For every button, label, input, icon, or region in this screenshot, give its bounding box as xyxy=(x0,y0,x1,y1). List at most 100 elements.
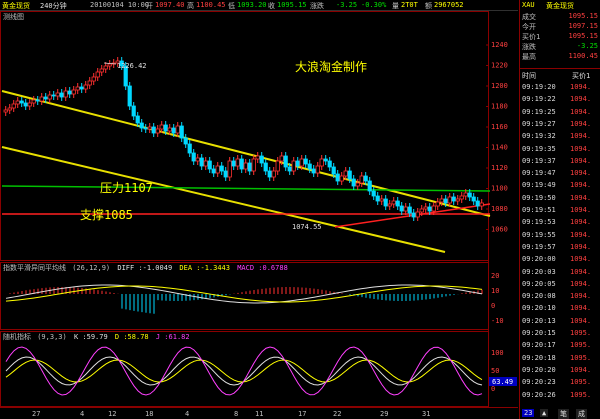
quote-row: 今开 1097.15 xyxy=(522,22,600,31)
candle-body xyxy=(319,158,324,167)
candle-body xyxy=(403,206,408,212)
candle-body xyxy=(159,124,164,130)
tick-time: 09:19:32 xyxy=(522,132,556,141)
quote-row: 成交 1095.15 xyxy=(522,12,600,21)
macd-diff-line xyxy=(5,284,483,304)
candle-body xyxy=(99,68,104,73)
candle-body xyxy=(175,125,180,134)
macd-y-tick: 0 xyxy=(491,302,495,310)
kdj-j-line xyxy=(5,346,483,396)
tick-row[interactable]: 09:19:20 1094. xyxy=(520,83,600,93)
quote-row-label: 最高 xyxy=(522,53,536,61)
tick-row[interactable]: 09:20:03 1094. xyxy=(520,268,600,278)
close-value: 1095.15 xyxy=(277,1,307,9)
candle-body xyxy=(91,76,96,82)
tick-row[interactable]: 09:19:37 1094. xyxy=(520,157,600,167)
tick-price: 1094. xyxy=(570,181,592,190)
tick-row[interactable]: 09:19:27 1094. xyxy=(520,120,600,130)
tick-row[interactable]: 09:19:57 1094. xyxy=(520,243,600,253)
quote-row-label: 涨跌 xyxy=(522,43,536,51)
panel-symbol: XAU xyxy=(522,1,535,9)
macd-value-label: MACD xyxy=(237,264,254,272)
tick-row[interactable]: 09:20:23 1095. xyxy=(520,378,600,388)
tick-row[interactable]: 09:20:05 1094. xyxy=(520,280,600,290)
candle-body xyxy=(395,200,400,207)
tick-row[interactable]: 09:19:51 1094. xyxy=(520,206,600,216)
candle-body xyxy=(207,160,212,170)
tick-row[interactable]: 09:20:13 1094. xyxy=(520,317,600,327)
tick-price: 1094. xyxy=(570,193,592,202)
candle-body xyxy=(71,89,76,95)
resistance-line[interactable] xyxy=(1,185,491,192)
instrument-name[interactable]: 黄金现货 xyxy=(2,1,30,11)
tick-time: 09:20:00 xyxy=(522,255,556,264)
low-value: 1093.20 xyxy=(237,1,267,9)
candle-body xyxy=(199,157,204,167)
channel-upper-line[interactable] xyxy=(1,90,491,217)
macd-value: :0.6788 xyxy=(258,264,288,272)
macd-diff: :-1.0049 xyxy=(138,264,172,272)
time-column-header: 时间 xyxy=(522,72,536,80)
kdj-params: (9,3,3) xyxy=(37,333,67,341)
tick-price: 1095. xyxy=(570,390,592,399)
kdj-pane-frame xyxy=(0,331,489,407)
candle-body xyxy=(255,155,260,160)
tick-row[interactable]: 09:20:20 1094. xyxy=(520,366,600,376)
tick-row[interactable]: 09:20:17 1095. xyxy=(520,341,600,351)
tick-row[interactable]: 09:20:15 1095. xyxy=(520,329,600,339)
candle-body xyxy=(447,196,452,204)
candle-body xyxy=(103,65,108,70)
candle-body xyxy=(347,170,352,180)
candle-body xyxy=(443,198,448,204)
candle-body xyxy=(427,206,432,212)
candle-body xyxy=(143,127,148,130)
candle-body xyxy=(359,175,364,184)
candle-body xyxy=(75,86,80,91)
tick-row[interactable]: 09:19:47 1094. xyxy=(520,169,600,179)
candle-body xyxy=(223,170,228,178)
candle-body xyxy=(311,168,316,174)
panel-tab[interactable]: 23 xyxy=(522,409,535,417)
tick-row[interactable]: 09:19:22 1094. xyxy=(520,95,600,105)
macd-legend: 指数平滑异同平均线 (26,12,9) DIFF :-1.0049 DEA :-… xyxy=(3,263,288,272)
tick-row[interactable]: 09:20:08 1094. xyxy=(520,292,600,302)
tick-row[interactable]: 09:19:32 1094. xyxy=(520,132,600,142)
candle-body xyxy=(219,165,224,172)
tick-row[interactable]: 09:20:00 1094. xyxy=(520,255,600,265)
x-axis-label: 18 xyxy=(145,410,154,418)
main-y-tick: 1160 xyxy=(491,123,508,131)
candle-body xyxy=(27,102,32,107)
main-y-tick: 1120 xyxy=(491,164,508,172)
candle-body xyxy=(303,158,308,165)
tick-price: 1094. xyxy=(570,218,592,227)
tick-row[interactable]: 09:19:50 1094. xyxy=(520,194,600,204)
candle-body xyxy=(155,128,160,134)
tick-row[interactable]: 09:20:10 1094. xyxy=(520,304,600,314)
chart-canvas[interactable]: 测线图 1240 1220 1200 1180 1160 1140 1120 1100 1080… xyxy=(0,11,519,407)
tick-row[interactable]: 09:19:25 1094. xyxy=(520,108,600,118)
panel-tab[interactable]: ▲ xyxy=(540,409,549,417)
tick-row[interactable]: 09:19:49 1094. xyxy=(520,181,600,191)
period-selector[interactable]: 240分钟 xyxy=(40,1,67,11)
panel-tab[interactable]: 笔 xyxy=(558,409,569,419)
tick-row[interactable]: 09:19:35 1094. xyxy=(520,145,600,155)
open-label: 开 xyxy=(146,2,153,10)
tick-price: 1094. xyxy=(570,119,592,128)
tick-row[interactable]: 09:20:18 1095. xyxy=(520,354,600,364)
time-axis: 27 4 12 18 4 8 11 17 22 29 31 xyxy=(0,407,518,419)
tick-row[interactable]: 09:19:53 1094. xyxy=(520,218,600,228)
quote-row-label: 成交 xyxy=(522,13,536,21)
tick-row[interactable]: 09:19:55 1094. xyxy=(520,231,600,241)
mode-label[interactable]: 测线图 xyxy=(3,12,24,21)
tick-time: 09:19:27 xyxy=(522,119,556,128)
candle-body xyxy=(239,158,244,170)
tick-row[interactable]: 09:20:26 1095. xyxy=(520,391,600,401)
candle-body xyxy=(351,178,356,187)
tick-price: 1094. xyxy=(570,304,592,313)
panel-tab[interactable]: 成 xyxy=(576,409,587,419)
tick-price: 1094. xyxy=(570,95,592,104)
tick-time: 09:19:25 xyxy=(522,107,556,116)
tick-time: 09:19:50 xyxy=(522,193,556,202)
candle-body xyxy=(235,158,240,167)
candle-body xyxy=(227,160,232,178)
